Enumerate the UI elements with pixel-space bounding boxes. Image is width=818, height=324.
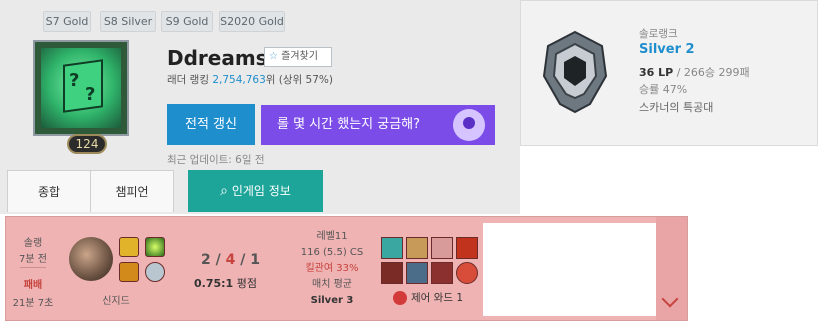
divider [20,267,46,268]
favorite-button[interactable]: ☆ 즐겨찾기 [264,47,332,67]
season-badge-s7: S7 Gold [43,11,91,32]
flash-spell-icon [119,262,139,282]
playtime-promo-button[interactable]: 롤 몇 시간 했는지 궁금해? [261,105,495,145]
participants-area [483,223,656,316]
match-avg-label: 매치 평균 [312,279,352,290]
match-duration: 21분 7초 [12,298,54,309]
tab-summary[interactable]: 종합 [7,170,91,212]
tab-ingame-label: 인게임 정보 [231,184,291,198]
secondary-rune-icon [145,262,165,282]
trinket-icon[interactable] [456,262,478,284]
win-rate: 승률 47% [639,83,688,96]
item-empty-slot [431,237,453,259]
tab-ingame[interactable]: ⌕ 인게임 정보 [188,170,323,212]
ladder-rank: 래더 랭킹 2,754,763위 (상위 57%) [167,74,333,86]
tab-champions[interactable]: 챔피언 [90,170,174,212]
ignite-rune-icon [145,237,165,257]
lp-record: 36 LP / 266승 299패 [639,66,750,79]
control-ward-count: 제어 와드 1 [411,292,463,304]
profile-icon: ? ? [33,40,129,136]
item-2-icon[interactable] [406,237,428,259]
season-badge-s2020: S2020 Gold [219,11,285,32]
control-ward-icon [393,291,407,305]
star-icon: ☆ [269,51,278,62]
season-badge-s9: S9 Gold [161,11,213,32]
profile-level-badge: 124 [67,134,107,154]
item-3-icon[interactable] [456,237,478,259]
queue-label: 솔로랭크 [639,28,678,40]
refresh-button[interactable]: 전적 갱신 [167,104,255,145]
item-6-icon[interactable] [431,262,453,284]
champion-name: 신지드 [102,296,130,307]
kda: 2 / 4 / 1 [201,252,260,268]
item-4-icon[interactable] [381,262,403,284]
item-5-icon[interactable] [406,262,428,284]
match-result: 패배 [23,280,43,291]
kda-ratio: 0.75:1 평점 [194,277,257,290]
queue-type: 솔랭 [23,238,43,249]
tier-label: Silver 2 [639,42,695,57]
favorite-label: 즐겨찾기 [281,51,318,62]
season-badge-s8: S8 Silver [100,11,156,32]
silver-emblem-icon [542,30,608,114]
match-time-ago: 7분 전 [19,254,47,265]
item-1-icon[interactable] [381,237,403,259]
mascot-icon [453,109,485,141]
ghost-spell-icon [119,237,139,257]
champion-avatar[interactable] [69,237,113,281]
last-update: 최근 업데이트: 6일 전 [167,154,265,166]
cs-count: 116 (5.5) CS [300,247,364,258]
promo-label: 롤 몇 시간 했는지 궁금해? [277,117,421,132]
league-name: 스카너의 특공대 [639,101,714,114]
kill-participation: 킬관여 33% [305,263,359,274]
champion-level: 레벨11 [316,231,348,242]
summoner-name: Ddreams [167,46,268,70]
match-avg-tier: Silver 3 [310,295,354,306]
match-stats: 레벨11 116 (5.5) CS 킬관여 33% 매치 평균 Silver 3 [297,229,367,309]
ingame-search-icon: ⌕ [220,183,228,199]
